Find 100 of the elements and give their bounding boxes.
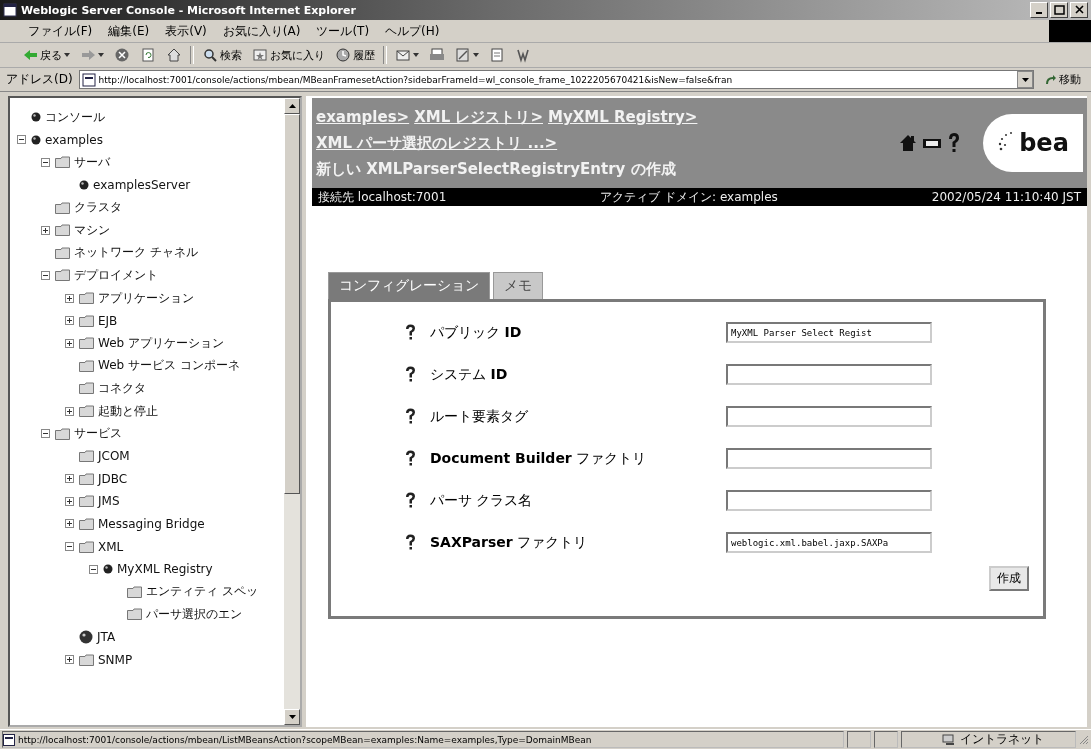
tree-item[interactable]: examples: [45, 132, 103, 147]
tree-item[interactable]: Messaging Bridge: [98, 517, 205, 531]
expand-icon[interactable]: [65, 519, 74, 529]
window-title: Weblogic Server Console - Microsoft Internet Explorer: [21, 3, 357, 17]
minimize-icon: [1036, 12, 1042, 14]
menu-item[interactable]: 編集(E): [108, 22, 150, 40]
help-icon: [405, 366, 416, 383]
tree-item[interactable]: SNMP: [98, 652, 133, 667]
input-field[interactable]: [726, 448, 932, 469]
tree-item[interactable]: examplesServer: [93, 178, 191, 193]
tree-item[interactable]: ネットワーク チャネル: [74, 244, 198, 262]
tree-item[interactable]: クラスタ: [74, 199, 122, 217]
expand-icon[interactable]: [65, 293, 74, 303]
menu-item[interactable]: お気に入り(A): [222, 22, 301, 40]
input-field[interactable]: [726, 490, 932, 511]
tree-item[interactable]: デプロイメント: [74, 266, 158, 284]
tree-item[interactable]: サーバ: [74, 154, 110, 171]
collapse-icon[interactable]: [89, 564, 98, 574]
arrow-icon: [1044, 73, 1056, 86]
field-label: SAXParser ファクトリ: [430, 533, 589, 552]
field-label: Document Builder ファクトリ: [430, 449, 648, 468]
minimize-button[interactable]: [1030, 2, 1048, 18]
tree-item[interactable]: MyXML Registry: [117, 562, 213, 577]
collapse-icon[interactable]: [65, 542, 74, 552]
tree-item[interactable]: JCOM: [98, 449, 130, 464]
folder-icon: [79, 495, 94, 508]
tree-item[interactable]: Web サービス コンポーネ: [98, 357, 240, 375]
expand-icon[interactable]: [41, 225, 50, 235]
field-label: システム ID: [430, 365, 509, 384]
pencil-icon[interactable]: [453, 45, 481, 65]
tree-item[interactable]: コンソール: [45, 108, 105, 126]
tree-item[interactable]: JTA: [97, 629, 116, 644]
collapse-icon[interactable]: [41, 158, 50, 167]
toolbar-button[interactable]: 検索: [200, 45, 244, 65]
tab[interactable]: メモ: [493, 272, 543, 299]
tree-item[interactable]: サービス: [74, 425, 122, 443]
stop-icon: [114, 47, 130, 63]
go-button[interactable]: 移動: [1040, 72, 1085, 87]
logo: bea: [983, 114, 1083, 172]
tree-item[interactable]: XML: [98, 539, 124, 554]
menu-item[interactable]: 表示(V): [165, 22, 207, 40]
toolbar-button[interactable]: お気に入り: [250, 45, 327, 65]
page-icon: [140, 47, 156, 63]
scroll-thumb[interactable]: [284, 114, 300, 494]
ball-icon: [103, 564, 113, 575]
tree-item[interactable]: JMS: [98, 494, 120, 509]
help-icon: [405, 492, 416, 509]
folder-icon: [127, 608, 142, 621]
collapse-icon[interactable]: [41, 429, 50, 439]
expand-icon[interactable]: [65, 316, 74, 326]
close-icon: [1073, 4, 1085, 16]
folder-icon: [55, 269, 70, 282]
help-icon: [405, 534, 416, 551]
folder-icon: [79, 337, 94, 350]
input-field[interactable]: [726, 406, 932, 427]
address-label: アドレス(D): [6, 71, 73, 88]
folder-icon: [79, 450, 94, 463]
input-field[interactable]: MyXML Parser Select Regist: [726, 322, 932, 343]
tree-item[interactable]: JDBC: [98, 471, 128, 486]
folder-icon: [79, 653, 94, 666]
tree-item[interactable]: パーサ選択のエン: [146, 605, 242, 623]
tree-item[interactable]: エンティティ スペッ: [146, 583, 258, 601]
toolbar-button[interactable]: 履歴: [333, 45, 377, 65]
close-button[interactable]: [1070, 2, 1088, 18]
expand-icon[interactable]: [65, 655, 74, 665]
caret-icon: [1021, 77, 1029, 82]
menu-item[interactable]: ヘルプ(H): [385, 22, 440, 40]
input-field[interactable]: [726, 364, 932, 385]
tree-item[interactable]: EJB: [98, 313, 118, 328]
tab[interactable]: コンフィグレーション: [328, 272, 490, 299]
collapse-icon[interactable]: [17, 135, 26, 145]
folder-icon: [55, 427, 70, 440]
tree-item[interactable]: マシン: [74, 221, 110, 239]
house-icon: [899, 134, 917, 152]
tree-item[interactable]: Web アプリケーション: [98, 334, 224, 352]
maximize-button[interactable]: [1050, 2, 1068, 18]
globe-icon: [79, 629, 93, 644]
expand-icon[interactable]: [65, 338, 74, 348]
help-icon: [405, 408, 416, 425]
scrollbar[interactable]: [284, 98, 300, 725]
menu-item[interactable]: ツール(T): [316, 22, 370, 40]
expand-icon[interactable]: [65, 496, 74, 506]
dropdown-button[interactable]: [1017, 71, 1033, 88]
create-button[interactable]: 作成: [989, 566, 1029, 591]
caret-icon: [473, 53, 479, 57]
menu-item[interactable]: ファイル(F): [28, 22, 93, 40]
toolbar-button[interactable]: 戻る: [20, 45, 72, 65]
page-icon: [3, 733, 15, 746]
tree-item[interactable]: アプリケーション: [98, 289, 194, 307]
tree-item[interactable]: コネクタ: [98, 379, 146, 397]
input-field[interactable]: weblogic.xml.babel.jaxp.SAXPa: [726, 532, 932, 553]
folder-icon: [79, 472, 94, 485]
status-cell: [847, 731, 871, 748]
ball-icon: [31, 112, 41, 123]
scroll-up-icon: [288, 104, 296, 108]
expand-icon[interactable]: [65, 406, 74, 416]
collapse-icon[interactable]: [41, 270, 50, 280]
expand-icon[interactable]: [65, 474, 74, 484]
address-field[interactable]: http://localhost:7001/console/actions/mbean/MBeanFramesetAction?sidebarFrameId=wl_console_frame_1022205670421&isNew=false&fran: [78, 70, 1034, 89]
tree-item[interactable]: 起動と停止: [98, 402, 158, 420]
